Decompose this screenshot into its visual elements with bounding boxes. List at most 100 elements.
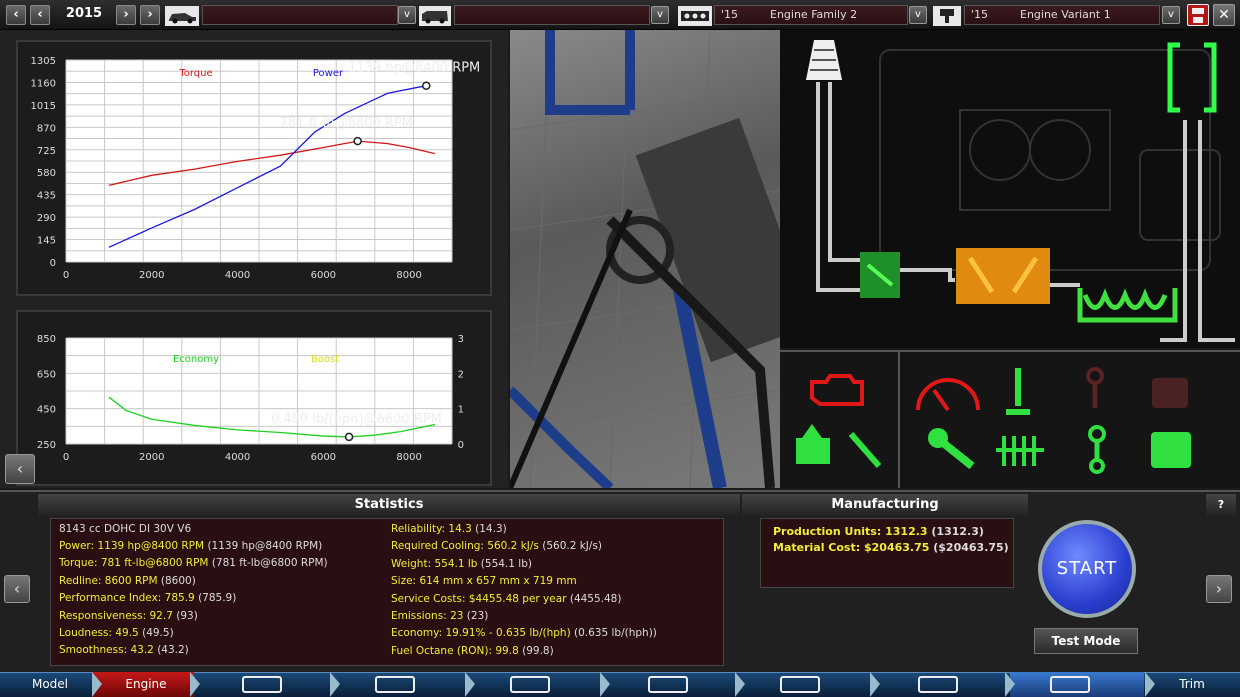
stat-paren: (560.2 kJ/s): [542, 540, 603, 553]
chevron-down-icon[interactable]: v: [398, 6, 416, 24]
stat-paren: (1139 hp@8400 RPM): [207, 540, 323, 552]
annotation-marker: [422, 81, 431, 90]
stat-value: 99.8: [495, 644, 519, 657]
prev-year-button[interactable]: ‹: [30, 5, 50, 25]
stat-value: 614 mm x 657 mm x 719 mm: [419, 575, 577, 588]
stat-row: Power: 1139 hp@8400 RPM (1139 hp@8400 RP…: [59, 540, 322, 552]
engine-family-year: '15: [721, 8, 739, 21]
stat-label: Smoothness:: [59, 644, 128, 657]
ignition-icon[interactable]: [790, 420, 836, 470]
stat-value: 23: [450, 610, 464, 622]
stat-label: Responsiveness:: [59, 609, 147, 622]
trim-select[interactable]: [454, 5, 650, 25]
nav-exhaust-icon[interactable]: [918, 676, 958, 693]
y-tick-label: 580: [37, 168, 56, 179]
engine-family-select[interactable]: '15 Engine Family 2: [714, 5, 908, 25]
material-cost-row: Material Cost: $20463.75 ($20463.75): [773, 541, 1009, 554]
production-units-row: Production Units: 1312.3 (1312.3): [773, 525, 984, 538]
x-tick-label: 4000: [225, 452, 250, 463]
economy-boost-chart-panel: 850 650 450 250 3 2 1 0 0 2000 4000 6000 8000 Economy…: [16, 310, 492, 486]
stat-row: Weight: 554.1 lb (554.1 lb): [391, 558, 532, 570]
engine-check-icon[interactable]: [806, 368, 870, 414]
con-rod-icon[interactable]: [1080, 366, 1110, 416]
chevron-down-icon[interactable]: v: [651, 6, 669, 24]
nav-chevron: [92, 672, 102, 697]
nav-model[interactable]: Model: [10, 672, 90, 697]
valve-icon[interactable]: [1000, 366, 1036, 416]
y2-tick-label: 2: [458, 369, 464, 380]
nav-trim[interactable]: Trim: [1150, 672, 1234, 697]
con-rod-active-icon[interactable]: [1082, 424, 1112, 474]
start-button[interactable]: START: [1038, 520, 1136, 618]
wrench-icon[interactable]: [924, 426, 980, 474]
spark-plug-icon[interactable]: [845, 428, 885, 472]
engine-variant-select[interactable]: '15 Engine Variant 1: [964, 5, 1160, 25]
air-filter-icon: [806, 40, 842, 80]
nav-chevron: [1145, 672, 1155, 697]
stat-label: Service Costs:: [391, 592, 466, 605]
nav-chevron: [870, 672, 880, 697]
stat-label: Performance Index:: [59, 592, 162, 605]
year-label: 2015: [65, 6, 103, 21]
nav-engine-block-icon[interactable]: [242, 676, 282, 693]
nav-turbo-icon[interactable]: [648, 676, 688, 693]
production-units-paren: (1312.3): [931, 525, 984, 538]
nav-ecu-icon[interactable]: [1050, 676, 1090, 693]
stat-paren: (49.5): [142, 627, 174, 639]
model-select[interactable]: [202, 5, 398, 25]
stat-row: Responsiveness: 92.7 (93): [59, 610, 198, 622]
stat-label: Required Cooling:: [391, 540, 484, 553]
stat-paren: (93): [176, 609, 198, 622]
prev-panel-button[interactable]: ‹: [4, 575, 30, 603]
chevron-down-icon[interactable]: v: [909, 6, 927, 24]
y-tick-label: 870: [37, 123, 56, 134]
x-tick-label: 6000: [311, 270, 336, 281]
next-fast-button[interactable]: ›: [140, 5, 160, 25]
crankshaft-icon[interactable]: [992, 430, 1048, 472]
save-icon[interactable]: [1187, 4, 1209, 26]
nav-engine[interactable]: Engine: [104, 672, 188, 697]
piston-dim-icon[interactable]: [1146, 372, 1194, 414]
next-panel-button[interactable]: ›: [1206, 575, 1232, 603]
next-year-button[interactable]: ›: [116, 5, 136, 25]
start-label: START: [1056, 558, 1118, 579]
nav-cam-icon[interactable]: [375, 676, 415, 693]
engine-schematic[interactable]: [780, 30, 1240, 348]
divider: [898, 352, 900, 488]
help-button[interactable]: ?: [1206, 494, 1236, 516]
nav-chevron: [190, 672, 200, 697]
engine-name: 8143 cc DOHC DI 30V V6: [59, 523, 192, 535]
stat-label: Reliability:: [391, 523, 446, 535]
stat-label: Emissions:: [391, 610, 447, 622]
prev-fast-button[interactable]: ‹: [6, 5, 26, 25]
engine-variant-name: Engine Variant 1: [1020, 8, 1111, 21]
chevron-down-icon[interactable]: v: [1162, 6, 1180, 24]
y-tick-label: 1015: [31, 101, 56, 112]
stat-row: Size: 614 mm x 657 mm x 719 mm: [391, 575, 577, 587]
stat-value: 19.91% - 0.635 lb/(hph): [445, 627, 571, 640]
piston-icon: [933, 6, 961, 26]
stat-value: 14.3: [448, 523, 472, 535]
stat-paren: (23): [466, 610, 489, 622]
close-icon[interactable]: ✕: [1213, 4, 1235, 26]
test-mode-button[interactable]: Test Mode: [1034, 628, 1138, 654]
engine-block-icon: [678, 6, 712, 26]
stat-paren: (4455.48): [569, 592, 622, 605]
engine-3d-viewport[interactable]: [510, 30, 780, 488]
gauge-icon[interactable]: [912, 366, 984, 414]
stat-paren: (785.9): [198, 592, 237, 605]
nav-crank-icon[interactable]: [510, 676, 550, 693]
stat-row: Performance Index: 785.9 (785.9): [59, 592, 236, 604]
y-tick-label: 0: [50, 258, 56, 269]
collapse-charts-button[interactable]: ‹: [5, 454, 35, 484]
y-tick-label: 290: [37, 213, 56, 224]
nav-fuel-icon[interactable]: [780, 676, 820, 693]
stat-value: $4455.48 per year: [468, 592, 567, 605]
manufacturing-header: Manufacturing: [742, 494, 1028, 516]
stat-value: 43.2: [130, 644, 154, 657]
stat-label: Weight:: [391, 557, 432, 570]
piston-active-icon[interactable]: [1146, 428, 1196, 472]
y-tick-label: 250: [37, 440, 56, 451]
stat-row: Economy: 19.91% - 0.635 lb/(hph) (0.635 …: [391, 627, 657, 639]
stat-value: 1139 hp@8400 RPM: [97, 540, 205, 552]
